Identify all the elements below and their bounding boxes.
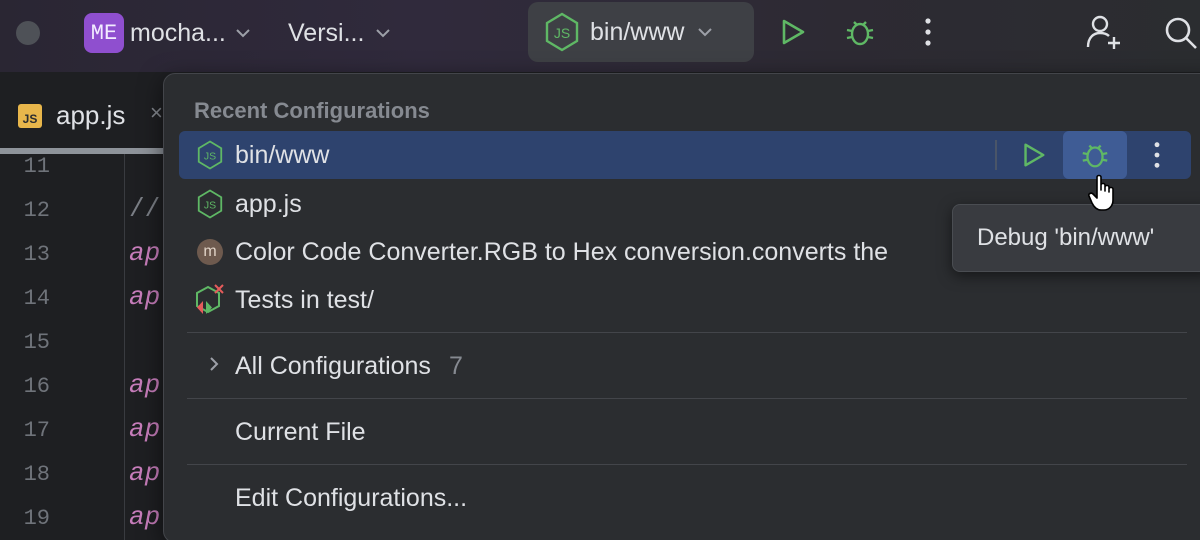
search-icon xyxy=(1165,17,1197,49)
search-button[interactable] xyxy=(1160,12,1200,52)
play-icon xyxy=(1024,143,1045,167)
config-item-label: Tests in test/ xyxy=(235,285,374,314)
more-actions-button[interactable] xyxy=(908,12,948,52)
chevron-down-icon xyxy=(698,28,713,37)
node-test-icon xyxy=(195,284,225,315)
kebab-icon xyxy=(925,18,931,46)
current-file-label: Current File xyxy=(235,417,366,446)
kebab-icon xyxy=(1154,142,1160,168)
config-item-bin-www[interactable]: JS bin/www xyxy=(179,131,1191,179)
hand-pointer-cursor-icon xyxy=(1088,174,1114,211)
svg-text:JS: JS xyxy=(204,151,216,163)
line-number: 17 xyxy=(23,418,50,443)
config-more-button[interactable] xyxy=(1137,135,1177,175)
gutter-separator xyxy=(124,154,125,540)
editor-tab-app-js[interactable]: JS app.js xyxy=(18,100,125,131)
code-with-me-button[interactable] xyxy=(1084,12,1124,52)
section-title-recent: Recent Configurations xyxy=(194,98,430,123)
project-widget[interactable]: ME mocha... xyxy=(84,13,254,53)
config-item-tests-in-test[interactable]: Tests in test/ xyxy=(179,276,1191,324)
debug-button[interactable] xyxy=(840,12,880,52)
chevron-down-icon xyxy=(236,29,250,38)
divider xyxy=(187,332,1187,333)
all-configurations-item[interactable]: All Configurations 7 xyxy=(179,342,1191,390)
vcs-widget[interactable]: Versi... xyxy=(288,13,394,53)
divider xyxy=(187,464,1187,465)
run-configurations-popup: Recent Configurations JS bin/www JS app.… xyxy=(163,73,1200,540)
chevron-right-icon xyxy=(210,357,219,371)
nodejs-icon: JS xyxy=(545,12,579,52)
line-number-gutter: 11 12 13 14 15 16 17 18 19 xyxy=(0,154,120,540)
all-configurations-count: 7 xyxy=(448,351,463,380)
edit-configurations-label: Edit Configurations... xyxy=(235,483,468,512)
line-number: 12 xyxy=(23,198,50,223)
javascript-file-icon: JS xyxy=(18,103,42,128)
play-icon xyxy=(782,19,805,45)
main-toolbar: ME mocha... Versi... JS bin/www xyxy=(0,0,1200,72)
vcs-branch-label: Versi... xyxy=(288,18,365,47)
current-file-item[interactable]: Current File xyxy=(179,408,1191,456)
divider xyxy=(187,398,1187,399)
edit-configurations-item[interactable]: Edit Configurations... xyxy=(179,474,1191,522)
debug-config-button[interactable] xyxy=(1063,131,1127,179)
tab-label: app.js xyxy=(56,100,126,130)
config-item-label: bin/www xyxy=(235,140,330,169)
close-tab-icon[interactable]: × xyxy=(150,100,163,126)
svg-text:JS: JS xyxy=(204,200,216,212)
line-number: 13 xyxy=(23,242,50,267)
chevron-down-icon xyxy=(376,29,391,38)
run-config-name: bin/www xyxy=(590,17,685,46)
run-configuration-widget[interactable]: JS bin/www xyxy=(528,2,754,62)
config-item-label: app.js xyxy=(235,189,302,218)
mocha-icon: m xyxy=(195,237,225,267)
project-name: mocha... xyxy=(130,18,226,47)
line-number: 16 xyxy=(23,374,50,399)
nodejs-icon: JS xyxy=(195,140,225,170)
debug-tooltip: Debug 'bin/www' xyxy=(952,204,1200,272)
svg-text:JS: JS xyxy=(554,25,570,41)
nodejs-icon: JS xyxy=(195,189,225,219)
config-item-label: Color Code Converter.RGB to Hex conversi… xyxy=(235,237,889,266)
run-button[interactable] xyxy=(772,12,812,52)
code-comment: // xyxy=(129,194,161,224)
project-badge: ME xyxy=(84,13,124,53)
bug-icon xyxy=(846,21,874,46)
window-control-dot[interactable] xyxy=(16,21,40,45)
tooltip-text: Debug 'bin/www' xyxy=(977,224,1155,251)
run-config-button[interactable] xyxy=(1013,135,1053,175)
all-configurations-label: All Configurations xyxy=(235,351,431,380)
bug-icon xyxy=(1082,144,1108,168)
add-user-icon xyxy=(1086,15,1120,49)
line-number: 18 xyxy=(23,462,50,487)
line-number: 11 xyxy=(23,154,50,179)
line-number: 19 xyxy=(23,506,50,531)
line-number: 15 xyxy=(23,330,50,355)
line-number: 14 xyxy=(23,286,50,311)
actions-separator xyxy=(995,140,997,170)
